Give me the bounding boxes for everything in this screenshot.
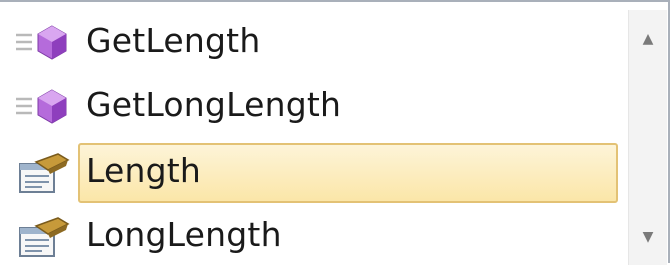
method-icon — [14, 20, 72, 66]
scroll-up-button[interactable]: ▲ — [629, 24, 667, 54]
vertical-scrollbar[interactable]: ▲ ▼ — [628, 10, 667, 265]
completion-item-getlonglength[interactable]: GetLongLength — [12, 76, 624, 138]
completion-item-label: GetLongLength — [86, 85, 342, 124]
property-icon — [14, 150, 72, 196]
method-icon — [14, 84, 72, 130]
completion-list: GetLength GetLongLength Length LongLengt… — [12, 10, 624, 265]
completion-item-longlength[interactable]: LongLength — [12, 206, 624, 268]
completion-item-label: Length — [86, 151, 202, 190]
completion-item-getlength[interactable]: GetLength — [12, 12, 624, 74]
completion-item-label: GetLength — [86, 21, 261, 60]
scroll-down-button[interactable]: ▼ — [629, 222, 667, 252]
property-icon — [14, 214, 72, 260]
completion-item-label: LongLength — [86, 215, 282, 254]
intellisense-popup: GetLength GetLongLength Length LongLengt… — [0, 0, 670, 265]
completion-item-length[interactable]: Length — [12, 142, 624, 204]
